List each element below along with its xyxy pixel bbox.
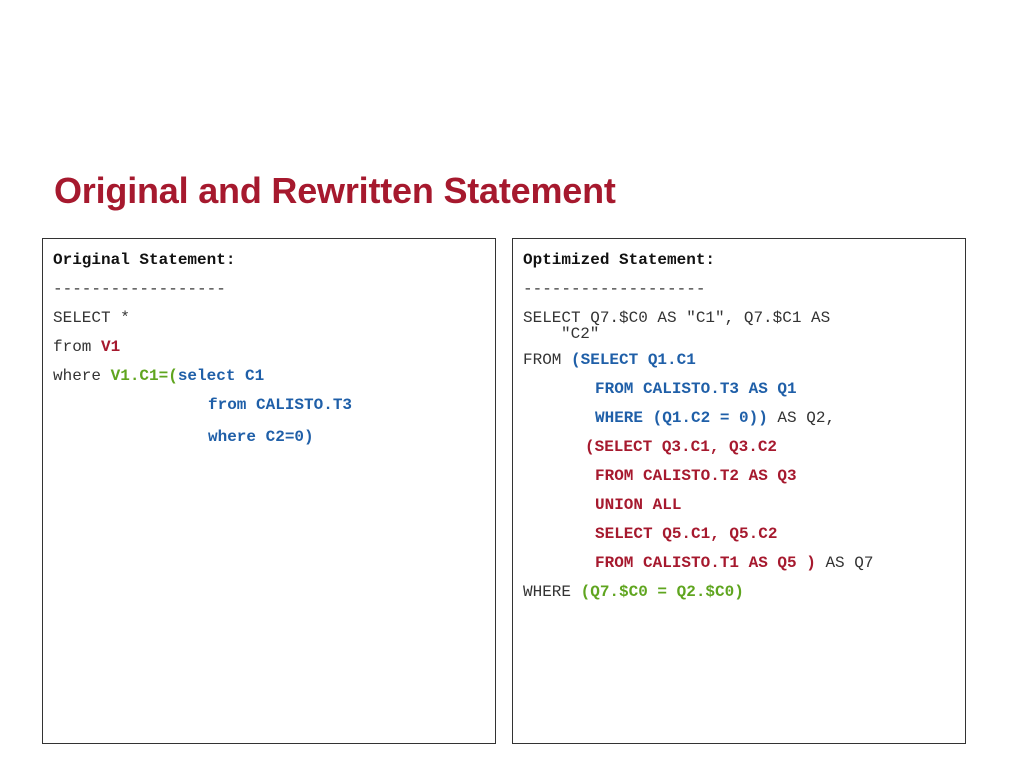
q7-from-2: FROM CALISTO.T1 AS Q5 ): [595, 554, 816, 572]
original-header: Original Statement:: [53, 251, 236, 269]
q2-select: (SELECT Q1.C1: [571, 351, 696, 369]
q2-alias: AS Q2,: [767, 409, 836, 427]
from-keyword: from: [53, 338, 102, 356]
slide: Original and Rewritten Statement Origina…: [0, 0, 1024, 768]
original-from-line: from V1: [53, 333, 495, 362]
optimized-dashes: -------------------: [523, 280, 706, 298]
subquery-from: from CALISTO.T3: [208, 396, 353, 414]
q7-union-all: UNION ALL: [595, 496, 682, 514]
original-select-line: SELECT *: [53, 309, 130, 327]
subquery-where: where C2=0): [208, 428, 314, 446]
q7-from-1: FROM CALISTO.T2 AS Q3: [595, 467, 797, 485]
q7-select-1: (SELECT Q3.C1, Q3.C2: [585, 438, 778, 456]
slide-title: Original and Rewritten Statement: [54, 170, 616, 211]
original-dashes: ------------------: [53, 280, 226, 298]
where-keyword: where: [53, 367, 111, 385]
where-condition: V1.C1=(: [110, 367, 178, 385]
optimized-from-line: FROM (SELECT Q1.C1: [523, 346, 965, 375]
original-statement-panel: Original Statement: ------------------ S…: [42, 238, 496, 744]
q2-from: FROM CALISTO.T3 AS Q1: [595, 380, 797, 398]
q7-alias: AS Q7: [815, 554, 874, 572]
optimized-statement-panel: Optimized Statement: -------------------…: [512, 238, 966, 744]
join-condition: (Q7.$C0 = Q2.$C0): [580, 583, 744, 601]
from-table: V1: [101, 338, 121, 356]
q2-where: WHERE (Q1.C2 = 0)): [595, 409, 768, 427]
q2-where-line: WHERE (Q1.C2 = 0)) AS Q2,: [523, 404, 965, 433]
q7-from-2-line: FROM CALISTO.T1 AS Q5 ) AS Q7: [523, 549, 965, 578]
where-keyword: WHERE: [523, 583, 581, 601]
subquery-select: select C1: [177, 367, 265, 385]
q7-select-2: SELECT Q5.C1, Q5.C2: [595, 525, 778, 543]
from-keyword: FROM: [523, 351, 572, 369]
original-where-line: where V1.C1=(select C1: [53, 362, 495, 391]
optimized-header: Optimized Statement:: [523, 251, 716, 269]
optimized-where-line: WHERE (Q7.$C0 = Q2.$C0): [523, 578, 965, 607]
